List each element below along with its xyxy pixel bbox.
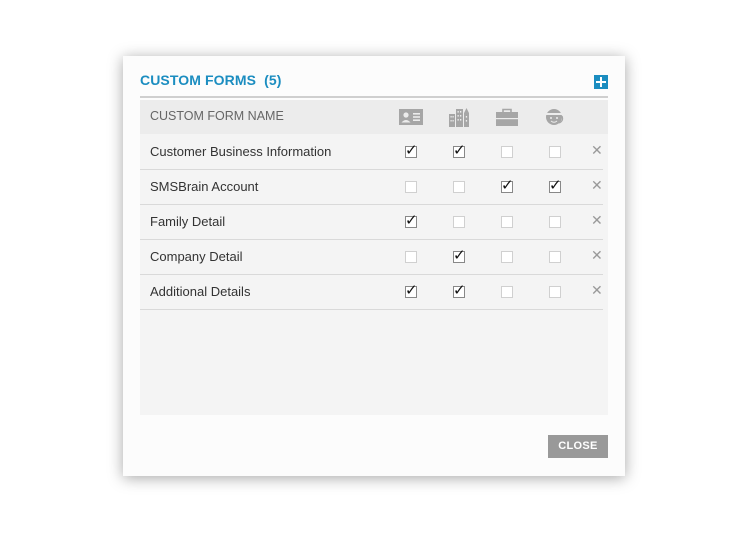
forms-count: (5) [264,72,282,88]
delete-form-button[interactable]: ✕ [591,248,603,264]
form-name: SMSBrain Account [150,179,259,194]
headset-agent-icon [546,109,564,125]
checkbox-work[interactable] [501,146,513,158]
table-row: SMSBrain Account ✕ [140,170,603,205]
table-row: Additional Details ✕ [140,275,603,310]
table-row: Customer Business Information ✕ [140,135,603,170]
delete-form-button[interactable]: ✕ [591,178,603,194]
checkbox-work[interactable] [501,176,514,194]
checkbox-work[interactable] [501,286,513,298]
table-row: Company Detail ✕ [140,240,603,275]
checkbox-agent[interactable] [549,251,561,263]
dialog-title: CUSTOM FORMS (5) [140,72,281,88]
checkbox-contact[interactable] [405,281,418,299]
checkbox-agent[interactable] [549,176,562,194]
contact-card-icon [399,109,423,125]
checkbox-work[interactable] [501,251,513,263]
title-divider [140,96,608,98]
delete-form-button[interactable]: ✕ [591,213,603,229]
checkbox-contact[interactable] [405,251,417,263]
delete-form-button[interactable]: ✕ [591,283,603,299]
custom-forms-table: CUSTOM FORM NAME Customer Business Infor… [140,100,608,415]
checkbox-agent[interactable] [549,286,561,298]
form-name: Customer Business Information [150,144,332,159]
checkbox-business[interactable] [453,141,466,159]
checkbox-business[interactable] [453,281,466,299]
checkbox-contact[interactable] [405,181,417,193]
table-header: CUSTOM FORM NAME [140,100,608,134]
checkbox-contact[interactable] [405,141,418,159]
checkbox-agent[interactable] [549,146,561,158]
checkbox-agent[interactable] [549,216,561,228]
form-name: Additional Details [150,284,251,299]
checkbox-business[interactable] [453,246,466,264]
delete-form-button[interactable]: ✕ [591,143,603,159]
dialog-title-text: CUSTOM FORMS [140,72,257,88]
briefcase-icon [496,108,518,126]
add-form-button[interactable] [594,75,608,89]
checkbox-business[interactable] [453,181,465,193]
checkbox-contact[interactable] [405,211,418,229]
checkbox-work[interactable] [501,216,513,228]
checkbox-business[interactable] [453,216,465,228]
form-name: Company Detail [150,249,243,264]
custom-forms-dialog: CUSTOM FORMS (5) CUSTOM FORM NAME Custom… [123,56,625,476]
column-header-name: CUSTOM FORM NAME [150,109,284,123]
form-name: Family Detail [150,214,226,229]
table-row: Family Detail ✕ [140,205,603,240]
buildings-icon [449,108,469,127]
close-button[interactable]: CLOSE [548,435,608,458]
